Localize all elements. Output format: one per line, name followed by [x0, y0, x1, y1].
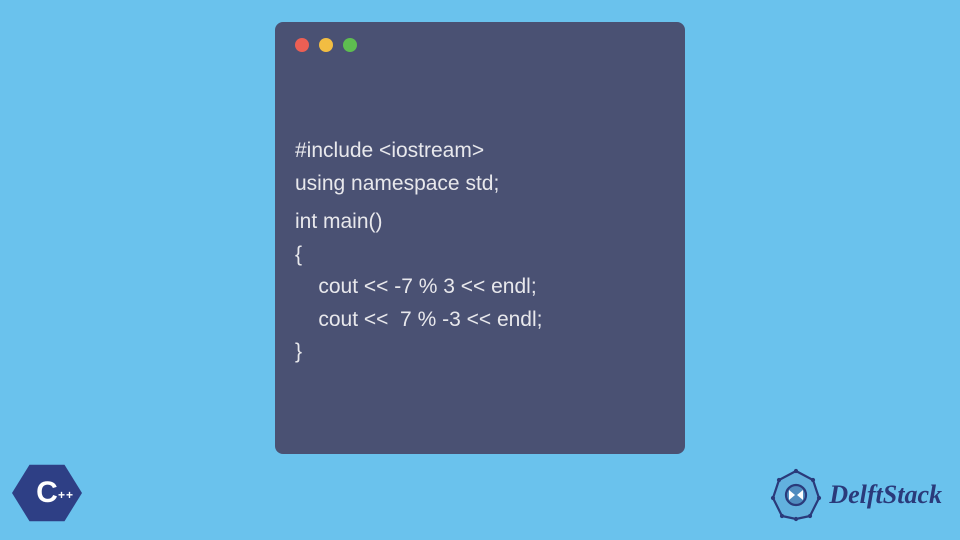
code-line: cout << -7 % 3 << endl; [295, 275, 537, 298]
delftstack-logo-icon [769, 468, 823, 522]
code-line: #include <iostream> [295, 139, 484, 162]
maximize-icon [343, 38, 357, 52]
code-window: #include <iostream> using namespace std;… [275, 22, 685, 454]
code-line: } [295, 340, 302, 363]
cpp-plus: ++ [58, 488, 74, 502]
cpp-logo: C ++ [12, 458, 82, 528]
code-group-includes: #include <iostream> using namespace std; [295, 135, 665, 200]
brand-name: DelftStack [829, 480, 942, 510]
code-line: cout << 7 % -3 << endl; [295, 308, 543, 331]
window-titlebar [295, 38, 665, 52]
brand-area: DelftStack [769, 468, 942, 522]
close-icon [295, 38, 309, 52]
code-line: { [295, 243, 302, 266]
minimize-icon [319, 38, 333, 52]
code-group-main: int main() { cout << -7 % 3 << endl; cou… [295, 206, 665, 369]
code-line: using namespace std; [295, 172, 499, 195]
code-line: int main() [295, 210, 383, 233]
code-block: #include <iostream> using namespace std;… [295, 70, 665, 434]
